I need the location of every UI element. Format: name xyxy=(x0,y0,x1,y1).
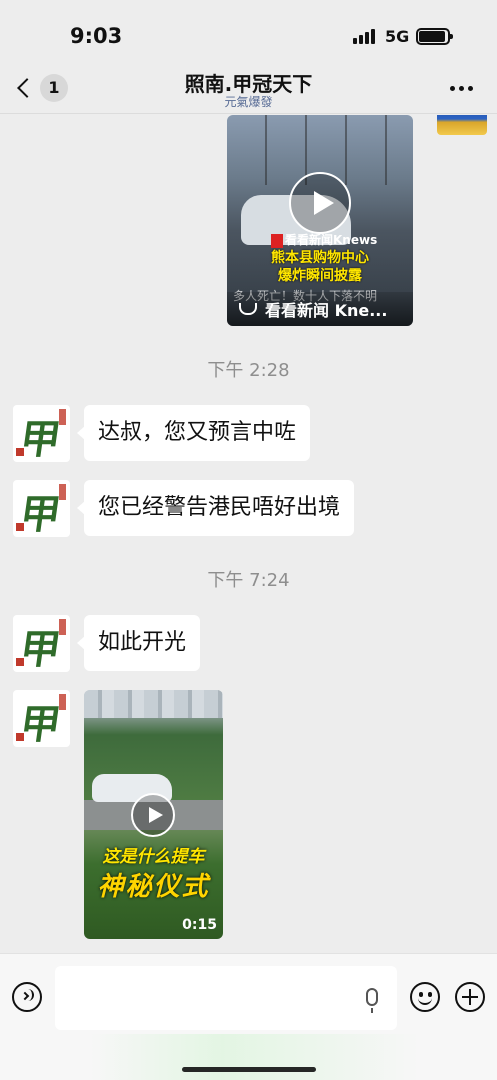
chat-header: 1 照南.甲冠天下 元氣爆發 xyxy=(0,66,497,114)
network-type: 5G xyxy=(385,27,410,46)
keyboard-area xyxy=(90,1034,420,1080)
received-text-bubble[interactable]: 您已经警告港民唔好出境 xyxy=(76,480,355,536)
contact-avatar[interactable]: 甲 xyxy=(13,405,70,462)
plus-icon[interactable] xyxy=(455,982,485,1012)
self-avatar[interactable] xyxy=(437,115,487,135)
emoji-icon[interactable] xyxy=(410,982,440,1012)
video-channel-bar[interactable]: 看看新闻 Kne... xyxy=(227,292,413,326)
home-indicator xyxy=(182,1067,316,1072)
video-caption: 这是什么提车 xyxy=(102,847,205,867)
signal-icon xyxy=(353,29,375,44)
video-headline: 熊本县购物中心 爆炸瞬间披露 xyxy=(271,250,369,284)
message-list[interactable]: 看看新闻Knews 熊本县购物中心 爆炸瞬间披露 多人死亡！数十人下落不明 看看… xyxy=(0,115,497,953)
play-icon[interactable] xyxy=(131,793,175,837)
contact-avatar[interactable]: 甲 xyxy=(13,690,70,747)
channels-icon xyxy=(239,303,257,315)
channel-name: 看看新闻 Kne... xyxy=(265,301,388,320)
timestamp-separator: 下午 7:24 xyxy=(207,570,290,591)
received-text-bubble[interactable]: 达叔，您又预言中咗 xyxy=(76,405,311,461)
video-source-logo: 看看新闻Knews xyxy=(271,231,377,248)
message-input[interactable] xyxy=(55,966,397,1030)
received-text-bubble[interactable]: 如此开光 xyxy=(76,615,201,671)
contact-avatar[interactable]: 甲 xyxy=(13,615,70,672)
voice-icon[interactable] xyxy=(12,982,42,1012)
knews-logo-icon xyxy=(271,233,283,248)
status-time: 9:03 xyxy=(70,24,123,48)
timestamp-separator: 下午 2:28 xyxy=(207,360,290,381)
sent-video-message[interactable]: 看看新闻Knews 熊本县购物中心 爆炸瞬间披露 多人死亡！数十人下落不明 看看… xyxy=(227,115,413,326)
video-thumbnail-buildings xyxy=(84,690,223,718)
chat-subtitle: 元氣爆發 xyxy=(224,95,273,109)
input-bar xyxy=(0,953,497,1080)
contact-avatar[interactable]: 甲 xyxy=(13,480,70,537)
ellipsis-icon xyxy=(450,86,455,91)
video-duration: 0:15 xyxy=(182,917,217,933)
microphone-icon[interactable] xyxy=(366,988,378,1013)
battery-icon xyxy=(416,28,453,45)
more-button[interactable] xyxy=(450,86,473,91)
video-caption-title: 神秘仪式 xyxy=(97,872,210,902)
play-icon[interactable] xyxy=(289,172,351,234)
status-bar: 9:03 5G xyxy=(0,0,497,66)
received-video-message[interactable]: 这是什么提车 神秘仪式 0:15 xyxy=(84,690,223,939)
